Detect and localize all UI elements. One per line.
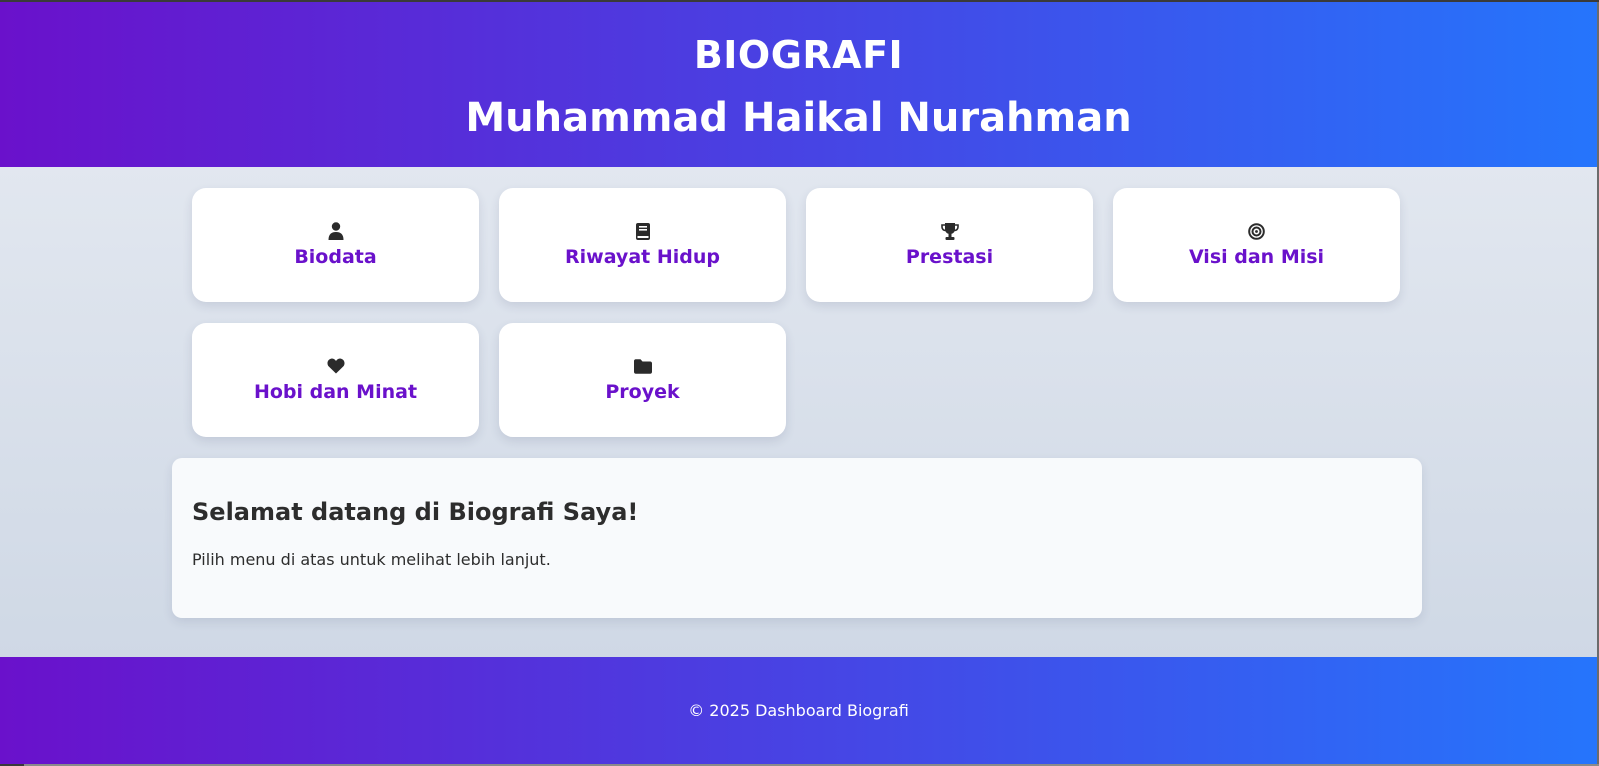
folder-icon	[633, 357, 652, 375]
menu-card-visi-misi[interactable]: Visi dan Misi	[1113, 188, 1400, 302]
trophy-icon	[940, 222, 959, 240]
book-icon	[634, 222, 652, 240]
welcome-text: Pilih menu di atas untuk melihat lebih l…	[192, 550, 551, 569]
target-icon	[1248, 222, 1266, 240]
menu-card-label: Hobi dan Minat	[253, 381, 418, 403]
person-name: Muhammad Haikal Nurahman	[465, 95, 1132, 141]
menu-card-label: Proyek	[605, 381, 680, 403]
menu-grid: Biodata Riwayat Hidup Prestasi Visi dan …	[192, 188, 1403, 437]
footer-text: © 2025 Dashboard Biografi	[688, 701, 909, 720]
menu-card-hobi-minat[interactable]: Hobi dan Minat	[192, 323, 479, 437]
menu-card-biodata[interactable]: Biodata	[192, 188, 479, 302]
menu-card-prestasi[interactable]: Prestasi	[806, 188, 1093, 302]
menu-card-label: Visi dan Misi	[1188, 246, 1325, 268]
menu-card-proyek[interactable]: Proyek	[499, 323, 786, 437]
heart-icon	[326, 357, 345, 375]
menu-card-label: Prestasi	[905, 246, 994, 268]
page-title: BIOGRAFI	[693, 33, 904, 77]
menu-card-label: Riwayat Hidup	[565, 246, 720, 268]
menu-card-label: Biodata	[294, 246, 377, 268]
site-header: BIOGRAFI Muhammad Haikal Nurahman	[0, 2, 1597, 167]
user-icon	[327, 222, 345, 240]
page: BIOGRAFI Muhammad Haikal Nurahman Biodat…	[0, 2, 1597, 764]
menu-card-riwayat-hidup[interactable]: Riwayat Hidup	[499, 188, 786, 302]
welcome-panel: Selamat datang di Biografi Saya! Pilih m…	[172, 458, 1422, 618]
welcome-heading: Selamat datang di Biografi Saya!	[192, 498, 639, 526]
site-footer: © 2025 Dashboard Biografi	[0, 657, 1597, 764]
